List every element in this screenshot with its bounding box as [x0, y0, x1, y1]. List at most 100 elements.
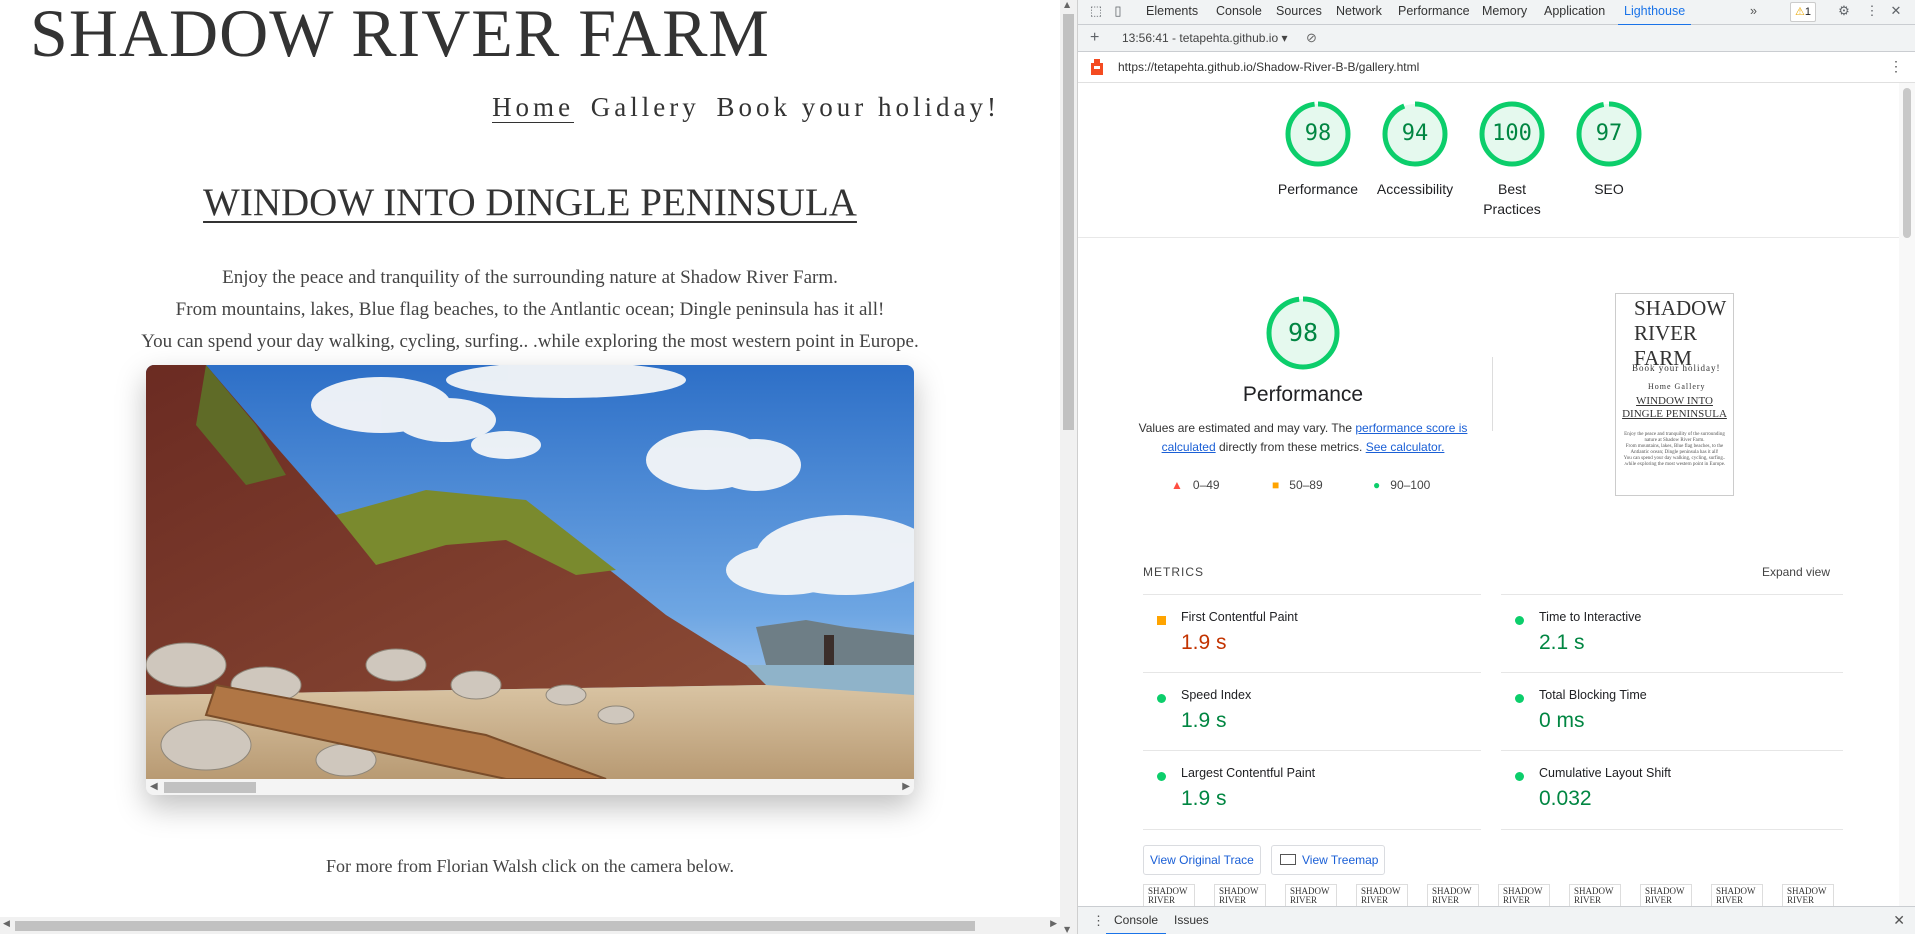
score-gauge-best-practices[interactable]: 100 Best Practices	[1462, 101, 1562, 219]
new-report-icon[interactable]: +	[1090, 29, 1099, 47]
tab-elements[interactable]: Elements	[1140, 0, 1204, 24]
view-original-trace-button[interactable]: View Original Trace	[1143, 845, 1261, 875]
metric-name: Total Blocking Time	[1539, 688, 1647, 702]
score-gauge-accessibility[interactable]: 94 Accessibility	[1365, 101, 1465, 199]
metric-name: Time to Interactive	[1539, 610, 1642, 624]
report-menu-icon[interactable]: ⋮	[1889, 58, 1903, 75]
metric-time-to-interactive: Time to Interactive 2.1 s	[1501, 594, 1843, 673]
legend-label: 50–89	[1289, 478, 1323, 492]
score-label: Best Practices	[1483, 181, 1541, 217]
customize-kebab-icon[interactable]: ⋮	[1864, 3, 1880, 19]
scroll-left-icon[interactable]: ◀	[150, 779, 158, 795]
more-tabs-icon[interactable]: »	[1744, 0, 1763, 24]
metric-value: 1.9 s	[1181, 631, 1227, 654]
scroll-up-icon[interactable]: ▲	[1064, 0, 1070, 9]
intro-text: Enjoy the peace and tranquility of the s…	[0, 262, 1060, 358]
performance-section: 98 Performance Values are estimated and …	[1138, 295, 1468, 457]
final-screenshot-thumbnail[interactable]: SHADOW RIVER FARM Book your holiday! Hom…	[1615, 293, 1734, 496]
tab-memory[interactable]: Memory	[1476, 0, 1533, 24]
see-calculator-link[interactable]: See calculator.	[1366, 440, 1445, 454]
filmstrip-frame: SHADOW RIVER	[1285, 884, 1337, 906]
page-vscroll-thumb[interactable]	[1063, 14, 1074, 430]
lighthouse-logo-icon	[1091, 59, 1103, 75]
page-hscroll-thumb[interactable]	[15, 921, 975, 931]
score-gauge-seo[interactable]: 97 SEO	[1559, 101, 1659, 199]
score-label: SEO	[1594, 181, 1624, 197]
report-url-bar: https://tetapehta.github.io/Shadow-River…	[1078, 52, 1915, 83]
close-devtools-icon[interactable]: ✕	[1888, 3, 1904, 19]
score-value: 94	[1401, 121, 1429, 146]
nav-gallery-link[interactable]: Gallery	[591, 92, 700, 122]
screenshot-text-line: From mountains, lakes, Blue flag beaches…	[1625, 444, 1724, 455]
settings-gear-icon[interactable]: ⚙	[1836, 3, 1852, 19]
page-horizontal-scrollbar[interactable]: ◀ ▶	[0, 917, 1060, 934]
tab-sources[interactable]: Sources	[1270, 0, 1328, 24]
inspect-element-icon[interactable]: ⬚	[1088, 3, 1104, 19]
score-value: 97	[1595, 121, 1623, 146]
score-label: Accessibility	[1376, 181, 1454, 197]
report-scrollbar[interactable]	[1899, 83, 1915, 906]
metric-first-contentful-paint: First Contentful Paint 1.9 s	[1143, 594, 1481, 673]
tab-console[interactable]: Console	[1210, 0, 1268, 24]
score-summary: 98 Performance 94 Accessibility 100 Best…	[1078, 83, 1915, 238]
filmstrip-frame: SHADOW RIVER	[1214, 884, 1266, 906]
gallery-scroll-thumb[interactable]	[164, 782, 256, 793]
pass-circle-icon: ●	[1373, 478, 1381, 492]
filmstrip-frame: SHADOW RIVER	[1143, 884, 1195, 906]
pass-circle-icon	[1515, 772, 1524, 781]
metric-value: 1.9 s	[1181, 709, 1227, 732]
pass-circle-icon	[1515, 616, 1524, 625]
device-toolbar-icon[interactable]: ▯	[1110, 3, 1126, 19]
filmstrip-frame: SHADOW RIVER	[1640, 884, 1692, 906]
page-vertical-scrollbar[interactable]: ▲ ▼	[1060, 0, 1077, 934]
scroll-down-icon[interactable]: ▼	[1064, 925, 1070, 934]
filmstrip-frame: SHADOW RIVER	[1356, 884, 1408, 906]
expand-view-toggle[interactable]: Expand view	[1762, 565, 1830, 579]
drawer-menu-icon[interactable]: ⋮	[1092, 913, 1105, 929]
site-title: SHADOW RIVER FARM	[30, 0, 770, 71]
report-scroll-thumb[interactable]	[1903, 88, 1911, 238]
pass-circle-icon	[1157, 772, 1166, 781]
average-square-icon: ■	[1272, 478, 1280, 492]
tab-performance[interactable]: Performance	[1392, 0, 1476, 24]
metric-value: 1.9 s	[1181, 787, 1227, 810]
scroll-left-icon[interactable]: ◀	[3, 919, 10, 929]
beach-cliff-photo	[146, 365, 914, 779]
report-url[interactable]: https://tetapehta.github.io/Shadow-River…	[1118, 60, 1419, 74]
performance-title: Performance	[1242, 383, 1364, 406]
report-selector-label: 13:56:41 - tetapehta.github.io	[1122, 31, 1279, 45]
lighthouse-toolbar: + 13:56:41 - tetapehta.github.io ▾ ⊘	[1078, 25, 1915, 52]
clear-reports-icon[interactable]: ⊘	[1306, 30, 1317, 46]
tab-application[interactable]: Application	[1538, 0, 1611, 24]
metric-cumulative-layout-shift: Cumulative Layout Shift 0.032	[1501, 750, 1843, 830]
warning-icon: ⚠	[1795, 6, 1805, 18]
devtools-tabbar: ⬚ ▯ Elements Console Sources Network Per…	[1078, 0, 1915, 26]
metrics-header: METRICS	[1143, 565, 1204, 579]
report-selector[interactable]: 13:56:41 - tetapehta.github.io ▾	[1122, 31, 1287, 45]
intro-line: Enjoy the peace and tranquility of the s…	[222, 267, 838, 288]
devtools-panel: ⬚ ▯ Elements Console Sources Network Per…	[1078, 0, 1915, 934]
metric-name: Cumulative Layout Shift	[1539, 766, 1672, 780]
legend-fail: ▲ 0–49	[1171, 478, 1220, 492]
scroll-right-icon[interactable]: ▶	[902, 779, 910, 795]
nav-home-link[interactable]: Home	[492, 92, 575, 123]
nav-book-link[interactable]: Book your holiday!	[717, 92, 1000, 122]
drawer-tab-issues[interactable]: Issues	[1166, 907, 1217, 933]
close-drawer-icon[interactable]: ✕	[1893, 912, 1905, 929]
metric-value: 0 ms	[1539, 709, 1585, 732]
drawer-tab-console[interactable]: Console	[1106, 907, 1167, 934]
warnings-badge[interactable]: ⚠1	[1790, 2, 1816, 22]
tab-lighthouse[interactable]: Lighthouse	[1618, 0, 1692, 26]
gallery-scrollbar[interactable]: ◀ ▶	[146, 779, 914, 795]
scroll-right-icon[interactable]: ▶	[1050, 919, 1057, 929]
view-treemap-button[interactable]: View Treemap	[1271, 845, 1386, 875]
score-value: 100	[1492, 121, 1532, 146]
intro-line: You can spend your day walking, cycling,…	[141, 331, 919, 352]
intro-line: From mountains, lakes, Blue flag beaches…	[175, 299, 885, 320]
page-heading: WINDOW INTO DINGLE PENINSULA	[0, 180, 1060, 225]
gallery-carousel[interactable]: ◀ ▶	[146, 365, 914, 795]
tab-network[interactable]: Network	[1330, 0, 1388, 24]
score-gauge-performance[interactable]: 98 Performance	[1268, 101, 1368, 199]
legend-label: 0–49	[1192, 478, 1220, 492]
page-heading-text: WINDOW INTO DINGLE PENINSULA	[203, 181, 857, 224]
